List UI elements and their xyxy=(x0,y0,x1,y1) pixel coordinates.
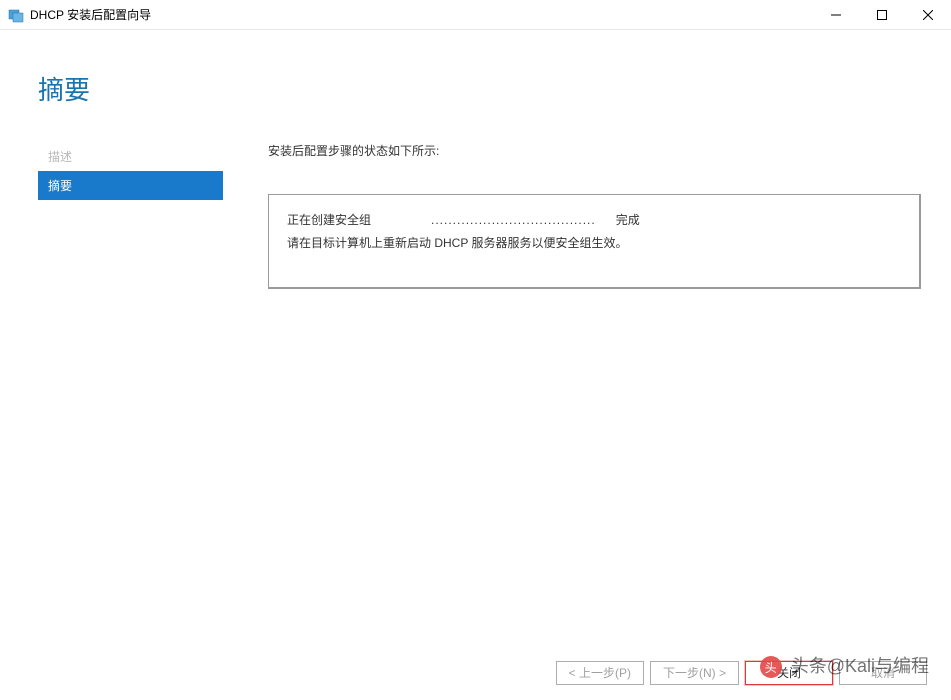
page-title: 摘要 xyxy=(38,70,951,107)
status-dots: ...................................... xyxy=(431,213,596,227)
sidebar-item-description[interactable]: 描述 xyxy=(38,142,223,171)
status-task-label: 正在创建安全组 xyxy=(287,211,371,228)
wizard-sidebar: 描述 摘要 xyxy=(38,137,223,645)
intro-text: 安装后配置步骤的状态如下所示: xyxy=(268,142,921,159)
minimize-button[interactable] xyxy=(813,0,859,30)
cancel-button: 取消 xyxy=(839,661,927,685)
titlebar: DHCP 安装后配置向导 xyxy=(0,0,951,30)
wizard-footer: < 上一步(P) 下一步(N) > 关闭 取消 xyxy=(0,645,951,700)
main-row: 描述 摘要 安装后配置步骤的状态如下所示: 正在创建安全组 ..........… xyxy=(0,137,951,645)
close-button[interactable] xyxy=(905,0,951,30)
sidebar-item-label: 描述 xyxy=(48,150,72,164)
content-area: 摘要 描述 摘要 安装后配置步骤的状态如下所示: 正在创建安全组 .......… xyxy=(0,30,951,700)
next-button: 下一步(N) > xyxy=(650,661,739,685)
page-header: 摘要 xyxy=(0,30,951,137)
maximize-button[interactable] xyxy=(859,0,905,30)
sidebar-item-label: 摘要 xyxy=(48,179,72,193)
status-result: 完成 xyxy=(616,211,640,228)
main-panel: 安装后配置步骤的状态如下所示: 正在创建安全组 ................… xyxy=(223,137,951,645)
status-note: 请在目标计算机上重新启动 DHCP 服务器服务以便安全组生效。 xyxy=(287,234,901,251)
close-wizard-button[interactable]: 关闭 xyxy=(745,661,833,685)
window-controls xyxy=(813,0,951,29)
previous-button: < 上一步(P) xyxy=(556,661,644,685)
sidebar-item-summary[interactable]: 摘要 xyxy=(38,171,223,200)
window-title: DHCP 安装后配置向导 xyxy=(30,6,151,23)
status-line: 正在创建安全组 ................................… xyxy=(287,211,901,228)
status-box: 正在创建安全组 ................................… xyxy=(268,194,921,289)
app-icon xyxy=(8,7,24,23)
